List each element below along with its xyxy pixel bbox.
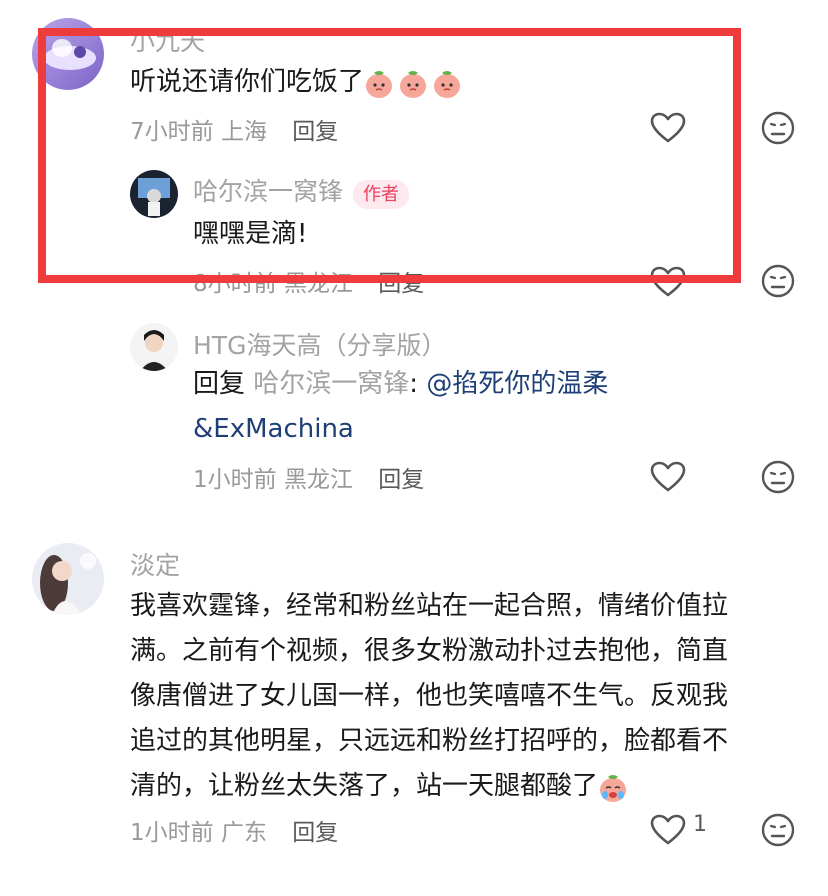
meh-face-icon[interactable]: [761, 111, 795, 145]
reply-text: 回复 哈尔滨一窝锋: @掐死你的温柔 &ExMachina: [193, 362, 753, 452]
reply-button[interactable]: 回复: [378, 467, 424, 493]
meh-face-icon[interactable]: [761, 460, 795, 494]
comment-text-line-content: 清的，让粉丝太失落了，站一天腿都酸了: [130, 771, 599, 801]
comment-username[interactable]: 淡定: [130, 546, 180, 582]
reply-colon: :: [409, 369, 419, 399]
mention-link[interactable]: &ExMachina: [193, 407, 753, 452]
like-count: 1: [693, 812, 707, 837]
heart-outline-icon[interactable]: [650, 461, 686, 493]
avatar[interactable]: [130, 323, 178, 371]
reply-prefix: 回复: [193, 369, 246, 399]
crying-peach-emoji-icon: [598, 771, 628, 803]
reply-location: 黑龙江: [283, 467, 353, 493]
reply-meta: 1小时前 黑龙江 回复: [193, 460, 424, 494]
comment-location: 广东: [220, 820, 267, 846]
comment-text-line: 追过的其他明星，只远远和粉丝打招呼的，脸都看不: [130, 726, 729, 756]
heart-outline-icon[interactable]: [650, 814, 686, 846]
comment-text-line: 像唐僧进了女儿国一样，他也笑嘻嘻不生气。反观我: [130, 681, 729, 711]
reply-text-line: 回复 哈尔滨一窝锋: @掐死你的温柔: [193, 362, 753, 407]
meh-face-icon[interactable]: [761, 264, 795, 298]
reply-target[interactable]: 哈尔滨一窝锋: [253, 369, 409, 399]
comment-meta: 1小时前 广东 回复: [130, 813, 338, 847]
avatar[interactable]: [32, 543, 104, 615]
comment-text-line: 清的，让粉丝太失落了，站一天腿都酸了: [130, 764, 800, 809]
reply-username[interactable]: HTG海天高（分享版）: [193, 326, 446, 362]
reply-time: 1小时前: [193, 467, 277, 493]
comment-time: 1小时前: [130, 820, 214, 846]
comment-text: 我喜欢霆锋，经常和粉丝站在一起合照，情绪价值拉 满。之前有个视频，很多女粉激动扑…: [130, 584, 800, 809]
meh-face-icon[interactable]: [761, 813, 795, 847]
comment-text-line: 满。之前有个视频，很多女粉激动扑过去抱他，简直: [130, 636, 729, 666]
reply-button[interactable]: 回复: [292, 820, 338, 846]
mention-link[interactable]: @掐死你的温柔: [426, 369, 608, 399]
highlight-box: [38, 28, 741, 283]
comment-text-line: 我喜欢霆锋，经常和粉丝站在一起合照，情绪价值拉: [130, 591, 729, 621]
